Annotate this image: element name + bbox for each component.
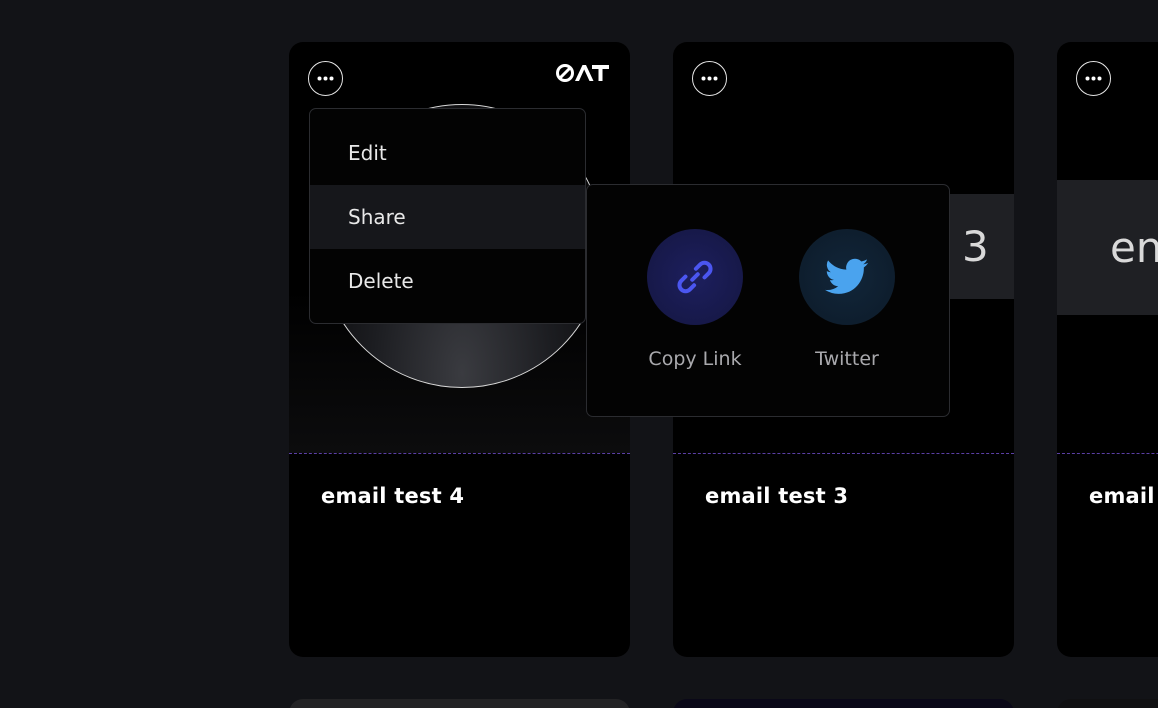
menu-item-edit[interactable]: Edit <box>310 121 585 185</box>
menu-item-label: Delete <box>348 269 414 293</box>
card-context-menu: Edit Share Delete <box>309 108 586 324</box>
card-divider <box>289 453 630 454</box>
email-card[interactable] <box>1057 699 1158 708</box>
share-option-label: Copy Link <box>648 348 742 370</box>
email-card[interactable]: en email <box>1057 42 1158 657</box>
link-icon <box>677 260 713 294</box>
email-preview-strip: 3 <box>950 194 1014 299</box>
more-options-button[interactable] <box>692 61 727 96</box>
more-horizontal-icon <box>1085 76 1102 81</box>
oat-logo <box>556 64 609 82</box>
email-card[interactable] <box>289 699 630 708</box>
copy-link-button[interactable]: Copy Link <box>625 229 765 370</box>
card-divider <box>673 453 1014 454</box>
more-options-button[interactable] <box>1076 61 1111 96</box>
email-preview-strip: en <box>1057 180 1158 315</box>
card-title: email test 3 <box>705 484 849 508</box>
email-card[interactable] <box>673 699 1014 708</box>
more-horizontal-icon <box>701 76 718 81</box>
menu-item-label: Share <box>348 205 406 229</box>
preview-text: en <box>1110 223 1158 272</box>
share-submenu: Copy Link Twitter <box>586 184 950 417</box>
share-option-label: Twitter <box>815 348 879 370</box>
twitter-icon-circle <box>799 229 895 325</box>
twitter-icon <box>825 258 869 294</box>
more-horizontal-icon <box>317 76 334 81</box>
card-title: email test 4 <box>321 484 465 508</box>
menu-item-delete[interactable]: Delete <box>310 249 585 313</box>
copy-link-icon-circle <box>647 229 743 325</box>
menu-item-share[interactable]: Share <box>310 185 585 249</box>
preview-text: 3 <box>962 222 989 271</box>
card-divider <box>1057 453 1158 454</box>
more-options-button[interactable] <box>308 61 343 96</box>
twitter-share-button[interactable]: Twitter <box>777 229 917 370</box>
gallery-stage: email test 4 3 email test 3 en email Edi… <box>0 0 1158 708</box>
card-media: en <box>1057 42 1158 453</box>
card-title: email <box>1089 484 1155 508</box>
menu-item-label: Edit <box>348 141 387 165</box>
